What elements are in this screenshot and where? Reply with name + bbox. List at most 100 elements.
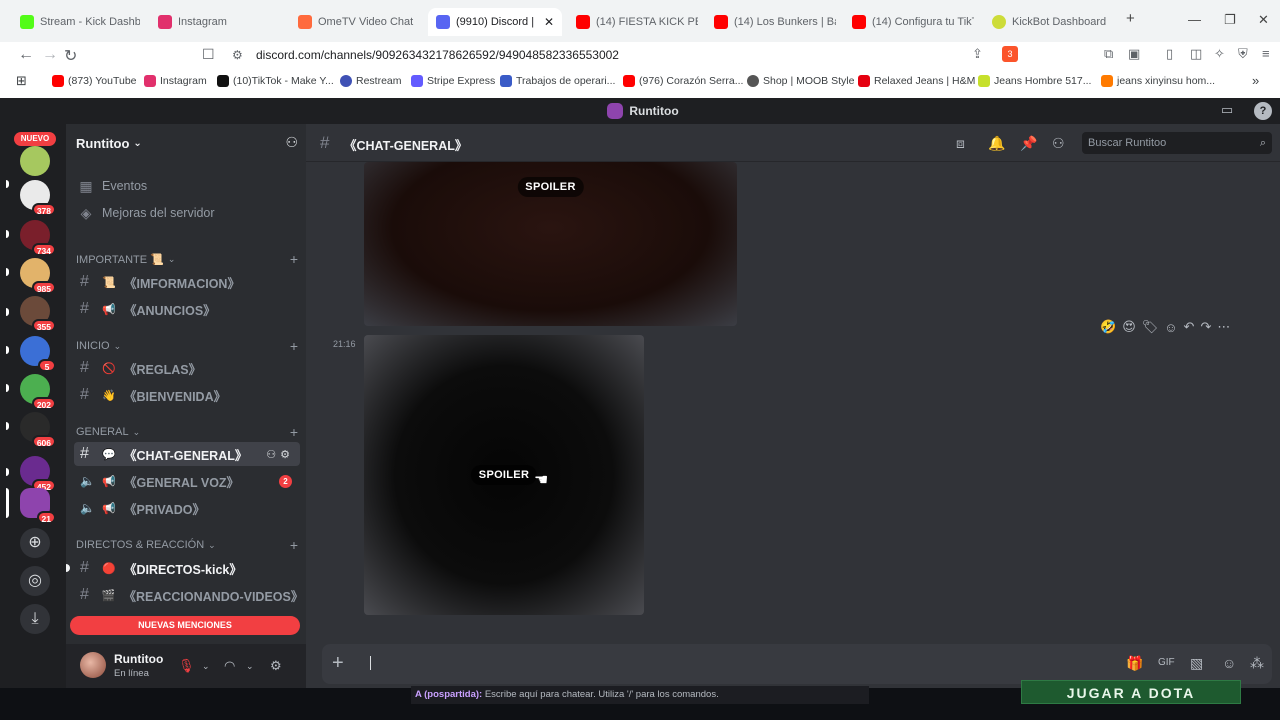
add-attachment-icon[interactable]: + [332,652,344,675]
laughing-reaction-icon[interactable]: 🤣 [1100,319,1116,335]
wallet-icon[interactable]: ▣ [1128,46,1140,62]
add-channel-icon[interactable]: + [290,537,298,553]
explore-icon[interactable]: ◎ [20,566,50,596]
user-settings-icon[interactable]: ⚙ [270,658,282,674]
server-icon-avatar[interactable]: 378 [20,180,56,216]
server-icon-portrait[interactable]: 355 [20,296,56,332]
tab-youtube-1[interactable]: (14) FIESTA KICK PERU [568,8,698,36]
server-icon-runtitoo[interactable]: 21 [20,488,56,524]
channel-bienvenida[interactable]: # 👋 《BIENVENIDA》 [74,383,300,407]
bookmark-jeans[interactable]: Jeans Hombre 517... [978,75,1091,87]
bookmark-icon[interactable]: ☐ [202,46,215,63]
spoiler-attachment[interactable]: SPOILER [364,162,737,326]
channel-anuncios[interactable]: # 📢 《ANUNCIOS》 [74,297,300,321]
bookmark-hm[interactable]: Relaxed Jeans | H&M [858,75,975,87]
server-icon-dark[interactable]: 606 [20,412,56,448]
channel-general-voz[interactable]: 🔈 📢 《GENERAL VOZ》 2 [74,469,300,493]
gif-icon[interactable]: GIF [1158,657,1175,668]
emoji-icon[interactable]: ☺ [1222,655,1236,671]
bookmark-xinyinsu[interactable]: jeans xinyinsu hom... [1101,75,1215,87]
category-inicio[interactable]: INICIO ⌄ + [76,338,302,354]
channel-directos-kick[interactable]: # 🔴 《DIRECTOS-kick》 [74,556,300,580]
server-icon-green[interactable]: 202 [20,374,56,410]
rewards-icon[interactable]: ◫ [1190,46,1202,62]
leo-icon[interactable]: ✧ [1214,46,1225,62]
site-info-icon[interactable]: ⚙ [232,48,243,62]
add-channel-icon[interactable]: + [290,424,298,440]
add-channel-icon[interactable]: + [290,251,298,267]
events-item[interactable]: ▦ Eventos [74,174,300,198]
notification-bell-icon[interactable]: 🔔 [988,135,1005,152]
member-list-icon[interactable]: ⚇ [1052,135,1065,152]
server-header[interactable]: Runtitoo ⌄ ⚇ [66,124,306,162]
share-icon[interactable]: ⇪ [972,46,983,62]
reload-icon[interactable]: ↻ [64,46,77,66]
game-chat-input[interactable]: A (pospartida): Escribe aquí para chatea… [411,686,869,704]
brave-shields-icon[interactable]: 3 [1002,46,1018,62]
more-options-icon[interactable]: ⋯ [1217,319,1230,335]
headphones-icon[interactable]: ◠ [224,658,235,674]
bookmark-trabajos[interactable]: Trabajos de operari... [500,75,615,87]
server-icon-panda[interactable] [20,146,50,176]
search-input[interactable]: Buscar Runtitoo ⌕ [1082,132,1272,154]
category-directos[interactable]: DIRECTOS & REACCIÓN ⌄ + [76,537,302,553]
channel-reglas[interactable]: # 🚫 《REGLAS》 [74,356,300,380]
heart-eyes-reaction-icon[interactable]: 😍 [1122,319,1136,335]
chevron-down-icon[interactable]: ⌄ [246,661,254,672]
minimize-icon[interactable]: — [1188,12,1201,27]
bookmark-moob[interactable]: Shop | MOOB Style [747,75,854,87]
tab-discord[interactable]: (9910) Discord | ✕ [428,8,562,36]
gift-icon[interactable]: 🎁 [1126,655,1143,672]
close-window-icon[interactable]: ✕ [1258,12,1269,28]
chevron-down-icon[interactable]: ⌄ [202,661,210,672]
tab-ometv[interactable]: OmeTV Video Chat [290,8,420,36]
forward-icon[interactable]: ↷ [1200,319,1211,335]
pin-icon[interactable]: 📌 [1020,135,1037,152]
bookmark-instagram[interactable]: Instagram [144,75,207,87]
forward-icon[interactable]: → [42,46,58,64]
menu-icon[interactable]: ≡ [1262,46,1270,61]
avatar[interactable] [80,652,106,678]
tab-youtube-2[interactable]: (14) Los Bunkers | Baila [706,8,836,36]
download-icon[interactable]: ⤓ [20,604,50,634]
bookmark-restream[interactable]: Restream [340,75,402,87]
category-importante[interactable]: IMPORTANTE 📜 ⌄ + [76,251,302,267]
bookmark-corazon[interactable]: (976) Corazón Serra... [623,75,743,87]
server-icon-red[interactable]: 734 [20,220,56,256]
bookmark-tiktok[interactable]: (10)TikTok - Make Y... [217,75,334,87]
apps-icon[interactable]: ⁂ [1250,655,1264,672]
tab-kickbot[interactable]: KickBot Dashboard [984,8,1114,36]
reply-icon[interactable]: ↶ [1184,319,1195,335]
bookmark-stripe[interactable]: Stripe Express [411,75,495,87]
server-icon-anime[interactable]: 5 [20,336,56,372]
close-tab-icon[interactable]: ✕ [544,15,554,29]
add-channel-icon[interactable]: + [290,338,298,354]
sticker-icon[interactable]: ▧ [1190,655,1203,672]
extensions-icon[interactable]: ⧉ [1104,46,1113,62]
server-icon-purple[interactable]: 452 [20,456,56,492]
mute-microphone-icon[interactable]: 🎙 [178,658,195,674]
category-general[interactable]: GENERAL ⌄ + [76,424,302,440]
server-boosts-item[interactable]: ◈ Mejoras del servidor [74,201,300,225]
tab-instagram[interactable]: Instagram [150,8,280,36]
tag-reaction-icon[interactable]: 🏷 [1142,319,1159,335]
vpn-icon[interactable]: ⛨ [1238,46,1248,62]
back-icon[interactable]: ← [18,46,34,64]
threads-icon[interactable]: ⧈ [956,135,965,152]
new-mentions-button[interactable]: NUEVAS MENCIONES [70,616,300,635]
channel-imformacion[interactable]: # 📜 《IMFORMACION》 [74,270,300,294]
tab-kick[interactable]: Stream - Kick Dashb [12,8,140,36]
inbox-icon[interactable]: ▭ [1218,102,1236,120]
channel-privado[interactable]: 🔈 📢 《PRIVADO》 [74,496,300,520]
tab-youtube-3[interactable]: (14) Configura tu TikTok [844,8,974,36]
new-tab-button[interactable]: + [1126,10,1135,27]
spoiler-attachment[interactable]: SPOILER [364,335,644,615]
url-field[interactable]: discord.com/channels/909263432178626592/… [256,48,619,62]
message-composer[interactable]: + 🎁 GIF ▧ ☺ ⁂ [322,644,1272,684]
more-bookmarks-icon[interactable]: » [1252,73,1259,88]
apps-icon[interactable]: ⊞ [16,73,27,89]
restore-icon[interactable]: ❐ [1224,12,1236,28]
play-dota-button[interactable]: JUGAR A DOTA [1021,680,1241,704]
channel-reaccionando-videos[interactable]: # 🎬 《REACCIONANDO-VIDEOS》 [74,583,303,607]
help-icon[interactable]: ? [1254,102,1272,120]
